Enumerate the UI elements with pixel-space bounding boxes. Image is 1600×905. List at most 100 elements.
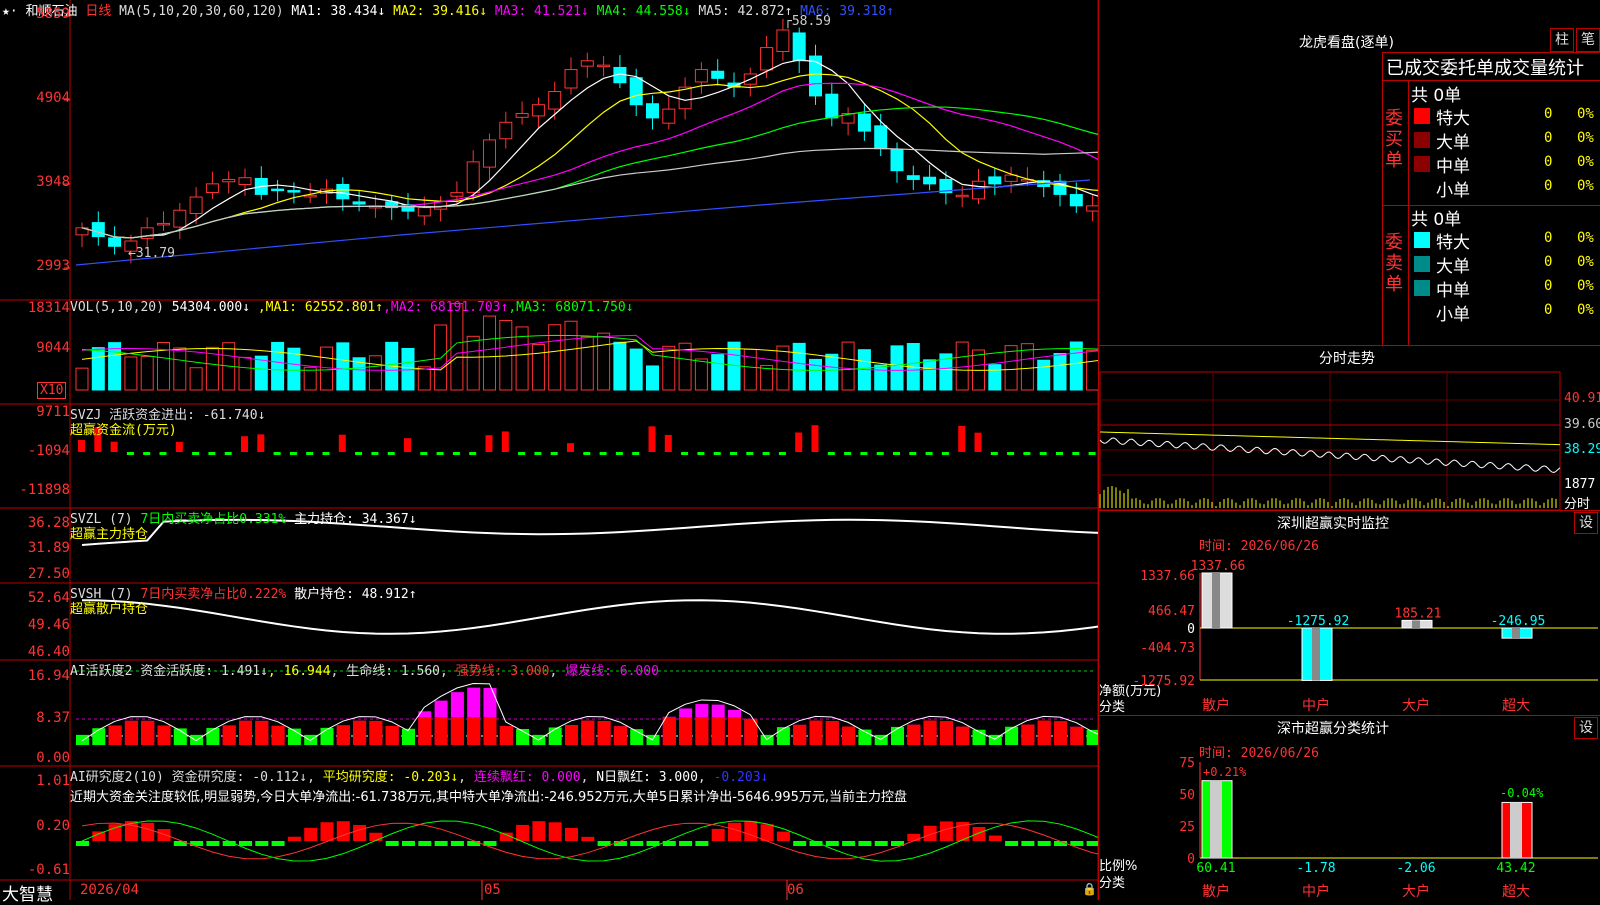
- chart-canvas[interactable]: [0, 0, 1099, 900]
- volume-bar: [874, 364, 888, 391]
- ai1-bar-base: [842, 726, 856, 745]
- ai2-bar: [402, 841, 415, 846]
- buy-swatch: [1414, 108, 1430, 124]
- dragon-title: 龙虎看盘(逐单): [1299, 35, 1394, 51]
- sell-row-percent: 0%: [1577, 278, 1594, 294]
- ai1-bar-base: [923, 720, 937, 745]
- volume-bar: [483, 315, 496, 391]
- ai2-bar: [255, 841, 269, 846]
- divider: [1382, 52, 1383, 345]
- ai2-bar: [336, 821, 350, 841]
- svzj-bar: [1088, 452, 1096, 455]
- ma-value-1: MA1: 38.434↓: [291, 4, 386, 19]
- ai2-bar: [744, 821, 758, 841]
- svzj-bar: [925, 452, 933, 455]
- svzj-bar: [224, 452, 232, 455]
- svzj-bar: [241, 436, 248, 452]
- volume-bar: [662, 345, 676, 391]
- volume-bar: [923, 359, 937, 391]
- main-y-label-2: 4904: [36, 90, 70, 106]
- candle: [108, 237, 122, 247]
- ma2-line: [81, 73, 1099, 239]
- volume-bar: [809, 358, 822, 391]
- lock-icon[interactable]: 🔒: [1082, 882, 1097, 896]
- ai1-bar: [320, 727, 334, 745]
- svsh-y-label-1: 52.64: [27, 590, 70, 606]
- ai2-bar: [1005, 841, 1019, 846]
- ai2-y-label-2: 0.20: [36, 818, 70, 834]
- period-label[interactable]: 日线: [85, 4, 111, 19]
- svzj-bar: [844, 452, 852, 455]
- candle: [923, 176, 937, 185]
- svsh-y-label-3: 46.40: [27, 644, 70, 660]
- svzl-subtitle: 超赢主力持仓: [70, 527, 149, 542]
- ai2-bar: [1070, 841, 1084, 846]
- sell-row-percent: 0%: [1577, 302, 1594, 318]
- volume-bar: [1053, 353, 1067, 391]
- monitor-settings-button[interactable]: 设: [1574, 512, 1598, 534]
- ai2-bar: [581, 836, 595, 841]
- intraday-panel[interactable]: 分时走势 40.91 39.60 38.29 1877 分时: [1099, 345, 1600, 512]
- ai2-bar: [825, 841, 839, 846]
- volume-bar: [580, 336, 594, 391]
- ai1-bar-base: [793, 724, 807, 745]
- ai2-bar: [613, 841, 627, 846]
- chart-area[interactable]: ★· 和顺石油 日线 MA(5,10,20,30,60,120) MA1: 38…: [0, 0, 1099, 905]
- svzj-bar: [452, 452, 460, 455]
- classify-settings-button[interactable]: 设: [1574, 717, 1598, 739]
- svzj-bar: [681, 452, 689, 455]
- candle: [972, 180, 985, 200]
- volume-bar: [368, 355, 382, 391]
- volume-bar: [743, 348, 757, 391]
- ai1-bar: [92, 728, 106, 745]
- svzj-bar: [893, 452, 900, 455]
- volume-bar: [955, 341, 969, 391]
- tick-mode-button[interactable]: 笔: [1576, 28, 1600, 52]
- ai2-bar: [467, 841, 481, 846]
- candle: [205, 183, 219, 194]
- vol-ma-value-3: ,MA3: 68071.750↓: [508, 300, 634, 315]
- volume-bar: [140, 356, 154, 391]
- sell-swatch: [1414, 304, 1430, 320]
- svzj-bar: [420, 452, 428, 455]
- svsh-line: [81, 599, 1099, 635]
- ai1-bar-base: [825, 721, 839, 745]
- ai1-bar-base: [385, 725, 399, 745]
- svzj-y-label-2: -1094: [27, 443, 70, 459]
- svzj-bar: [827, 452, 835, 455]
- svzj-bar: [860, 452, 868, 455]
- vol-title: VOL(5,10,20): [70, 300, 164, 315]
- classify-panel: 深市超赢分类统计 设 时间: 2026/06/26 比例% 分类: [1099, 715, 1600, 900]
- volume-bar: [825, 353, 839, 391]
- column-mode-button[interactable]: 柱: [1550, 28, 1574, 52]
- svzj-bar: [1023, 452, 1031, 455]
- svsh-y-label-2: 49.46: [27, 617, 70, 633]
- volume-bar: [988, 364, 1002, 391]
- svzj-bar: [126, 452, 134, 455]
- ai2-bar: [239, 841, 252, 846]
- candle: [825, 93, 839, 119]
- ai1-lifeline: 生命线: 1.560: [346, 664, 440, 679]
- ai1-bar-base: [336, 725, 350, 745]
- ai1-bar-base: [956, 726, 970, 745]
- svzj-bar: [795, 432, 803, 452]
- ai1-bar-base: [662, 717, 676, 745]
- candle: [483, 139, 496, 168]
- candle: [515, 113, 529, 118]
- ai2-bar: [271, 841, 285, 846]
- ai1-bar-base: [809, 720, 823, 745]
- dragon-panel: 龙虎看盘(逐单) 柱 笔 已成交委托单成交量统计 委买单 委卖单 共 0单 共 …: [1099, 0, 1600, 345]
- ai1-bar-base: [597, 721, 611, 745]
- ai1-bar-base: [679, 717, 693, 745]
- volume-bar: [75, 367, 89, 391]
- svzj-bar: [1056, 452, 1063, 455]
- ai2-y-label-1: 1.01: [36, 773, 70, 789]
- ai2-n-day-red: N日飘红: 3.000: [596, 770, 698, 785]
- date-label-3: 06: [787, 882, 804, 898]
- svzj-bar: [648, 426, 656, 452]
- ai2-bar: [516, 824, 530, 841]
- svzj-bar: [909, 452, 917, 455]
- volume-bar: [1069, 341, 1083, 391]
- svzj-y-label-1: 9711: [36, 404, 70, 420]
- ai1-bar-base: [239, 720, 252, 745]
